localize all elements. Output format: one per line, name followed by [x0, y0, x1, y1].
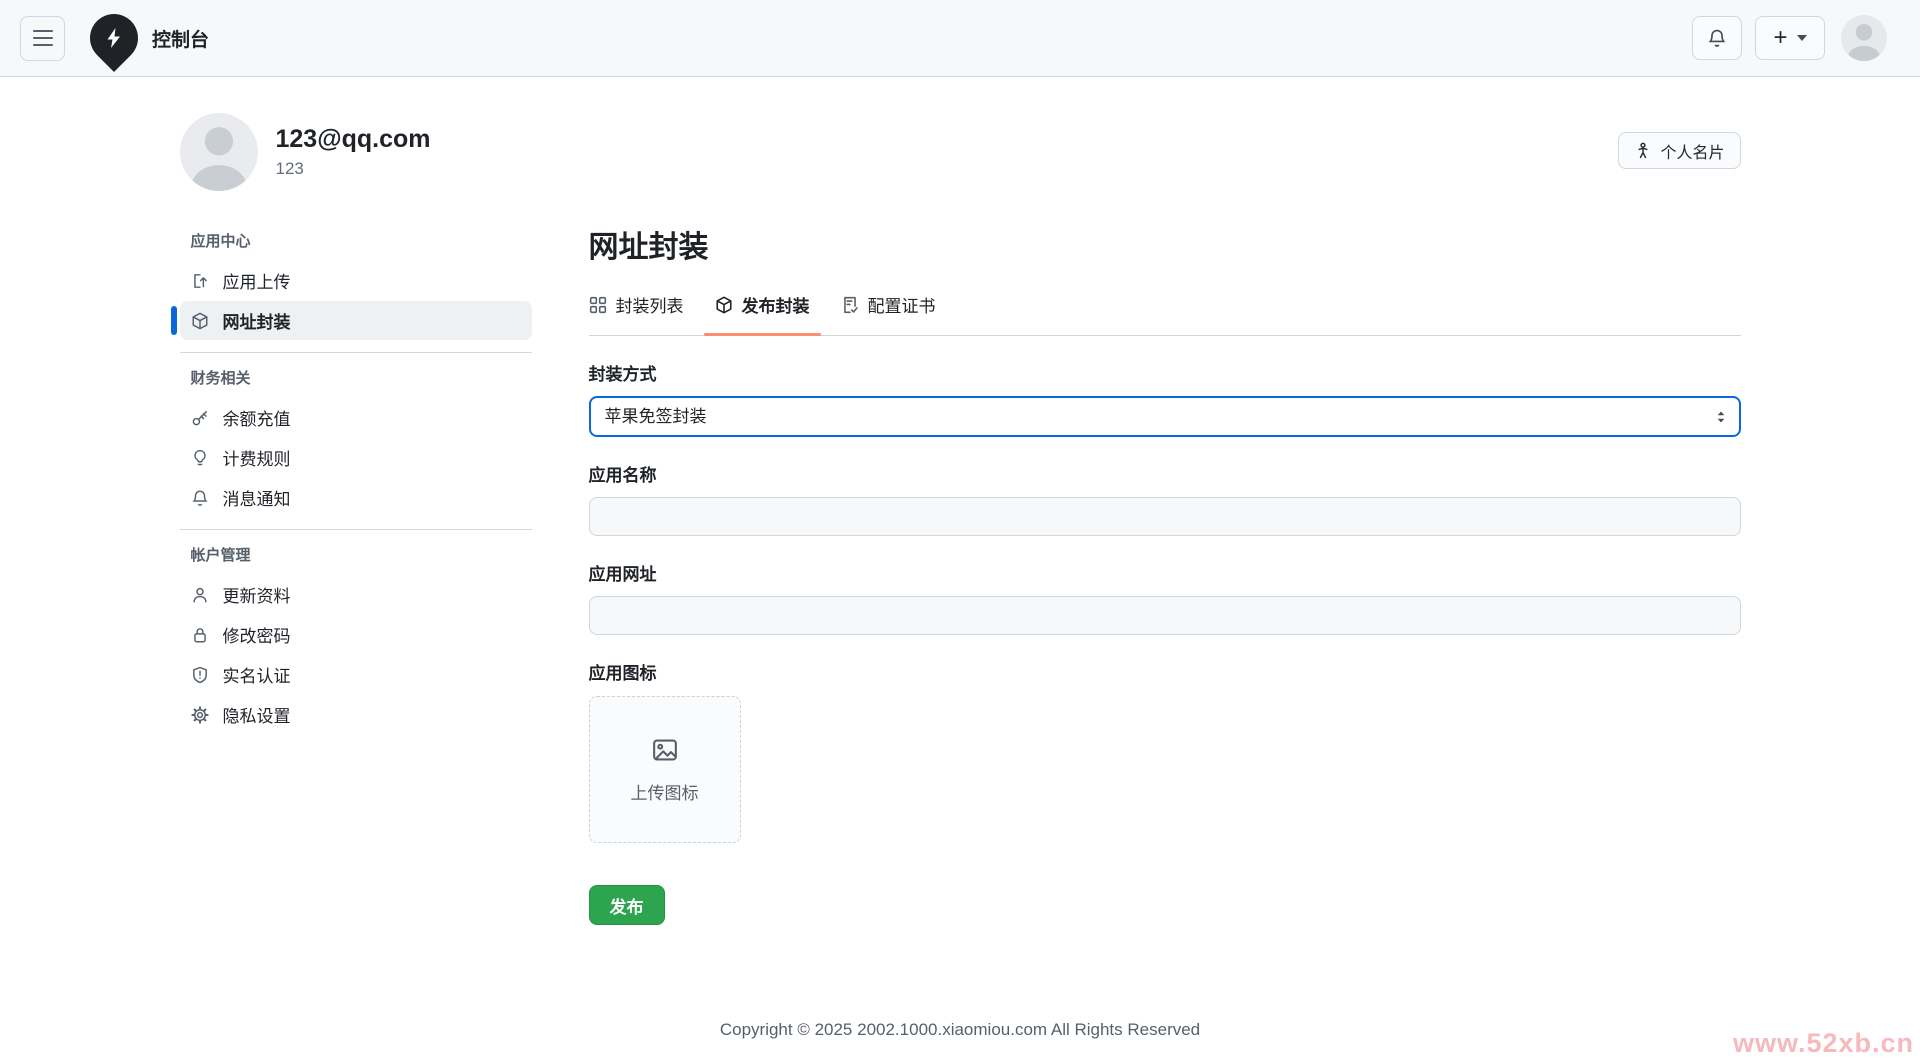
gear-icon [190, 705, 209, 724]
sidebar-item-label: 应用上传 [222, 273, 291, 292]
person-standing-icon [1638, 142, 1649, 158]
menu-button[interactable] [20, 15, 65, 61]
watermark: www.52xb.cn [1732, 1028, 1914, 1058]
sidebar-section-finance: 财务相关 [190, 370, 251, 387]
hamburger-icon [32, 30, 53, 32]
tab-publish-package[interactable]: 发布封装 [703, 284, 821, 336]
personal-card-label: 个人名片 [1660, 144, 1725, 162]
upload-icon-dropzone[interactable]: 上传图标 [588, 696, 741, 843]
package-icon [191, 312, 209, 330]
method-label: 封装方式 [588, 365, 657, 384]
sidebar-item-change-password[interactable]: 修改密码 [180, 615, 532, 654]
person-icon [191, 586, 209, 604]
copyright-text: Copyright © 2025 2002.1000.xiaomiou.com … [719, 1020, 1201, 1039]
sidebar-item-label: 余额充值 [222, 410, 291, 429]
create-button[interactable]: + [1755, 16, 1825, 60]
sidebar-item-real-name-verify[interactable]: 实名认证 [180, 655, 532, 694]
sidebar-item-label: 更新资料 [222, 587, 291, 606]
header-right: + [1692, 15, 1887, 61]
bell-icon [1708, 29, 1726, 47]
shield-icon [191, 666, 209, 684]
profile-summary: 123@qq.com 123 [179, 113, 431, 191]
tab-label: 配置证书 [867, 297, 936, 316]
sidebar-item-notifications[interactable]: 消息通知 [180, 478, 532, 517]
profile-row: 123@qq.com 123 个人名片 [179, 113, 1741, 191]
bolt-logo-icon [107, 28, 120, 48]
method-select-wrap: 苹果免签封装 [588, 396, 1741, 437]
tab-package-list[interactable]: 封装列表 [589, 284, 684, 335]
package-icon [715, 296, 733, 314]
profile-avatar[interactable] [179, 113, 258, 191]
app-url-input[interactable] [588, 596, 1741, 635]
sidebar-item-privacy-settings[interactable]: 隐私设置 [180, 695, 532, 734]
sidebar-item-label: 隐私设置 [222, 707, 291, 726]
lightbulb-icon [191, 449, 209, 467]
sidebar-item-url-package[interactable]: 网址封装 [170, 301, 532, 340]
app-header: 控制台 + [0, 0, 1920, 77]
sidebar-item-balance-recharge[interactable]: 余额充值 [180, 398, 532, 437]
upload-icon-label: 上传图标 [630, 783, 699, 803]
page-title: 网址封装 [588, 231, 709, 264]
tab-bar: 封装列表 发布封装 配置证书 [588, 284, 1741, 336]
upload-icon [191, 272, 209, 290]
sidebar-section-account: 帐户管理 [190, 547, 251, 564]
header-left: 控制台 [20, 4, 210, 72]
sidebar-item-billing-rules[interactable]: 计费规则 [180, 438, 532, 477]
tab-label: 发布封装 [741, 297, 810, 316]
sidebar: 应用中心 应用上传 网址封装 财务相关 余额充值 计费规则 消息通知 帐户管理 … [170, 220, 532, 735]
key-icon [191, 409, 209, 427]
app-logo [80, 4, 148, 72]
header-avatar[interactable] [1841, 15, 1887, 61]
image-icon [652, 738, 677, 761]
sidebar-item-update-profile[interactable]: 更新资料 [180, 575, 532, 614]
sidebar-item-label: 修改密码 [222, 627, 291, 646]
profile-username: 123 [275, 159, 304, 178]
footer: Copyright © 2025 2002.1000.xiaomiou.com … [0, 1020, 1920, 1040]
apps-grid-icon [589, 296, 607, 314]
app-icon-label: 应用图标 [588, 664, 657, 683]
profile-texts: 123@qq.com 123 [276, 125, 431, 179]
sidebar-divider [179, 529, 532, 530]
app-name-input[interactable] [588, 497, 1741, 536]
sidebar-item-label: 消息通知 [222, 490, 291, 509]
file-check-icon [841, 296, 859, 314]
sidebar-divider [179, 352, 532, 353]
publish-form: 封装方式 苹果免签封装 应用名称 应用网址 应用图标 上传图标 发布 [588, 360, 1741, 925]
profile-email: 123@qq.com [275, 125, 431, 153]
caret-down-icon [1796, 35, 1807, 41]
notifications-button[interactable] [1692, 16, 1742, 60]
personal-card-button[interactable]: 个人名片 [1618, 132, 1741, 169]
tab-configure-certificate[interactable]: 配置证书 [841, 284, 936, 335]
sidebar-item-app-upload[interactable]: 应用上传 [180, 261, 532, 300]
publish-button[interactable]: 发布 [588, 885, 665, 925]
method-select[interactable]: 苹果免签封装 [588, 396, 1741, 437]
sidebar-item-label: 实名认证 [222, 667, 291, 686]
app-url-label: 应用网址 [588, 565, 657, 584]
sidebar-item-label: 网址封装 [222, 313, 291, 332]
app-title: 控制台 [152, 29, 210, 51]
app-name-label: 应用名称 [588, 466, 657, 485]
tab-label: 封装列表 [615, 297, 684, 316]
main-content: 网址封装 封装列表 发布封装 配置证书 封装方式 苹果免签封装 应用名称 应用网… [588, 220, 1741, 925]
page-container: 123@qq.com 123 个人名片 应用中心 应用上传 网址封装 财务相关 … [170, 113, 1741, 925]
sidebar-item-label: 计费规则 [222, 450, 291, 469]
sidebar-section-app-center: 应用中心 [190, 233, 251, 250]
lock-icon [191, 626, 209, 644]
bell-icon [191, 489, 209, 507]
plus-icon: + [1773, 24, 1788, 51]
content-row: 应用中心 应用上传 网址封装 财务相关 余额充值 计费规则 消息通知 帐户管理 … [170, 220, 1741, 925]
